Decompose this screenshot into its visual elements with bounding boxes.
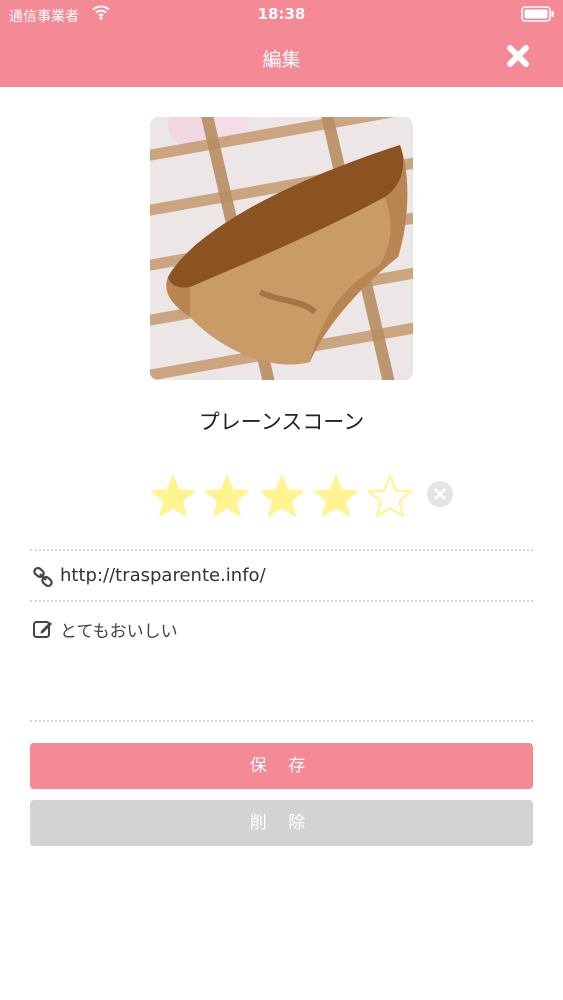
scone-photo-image bbox=[150, 117, 413, 380]
memo-field[interactable]: とてもおいしい bbox=[30, 614, 533, 714]
divider bbox=[30, 549, 533, 551]
save-button[interactable]: 保 存 bbox=[30, 743, 533, 789]
star-3-filled-icon[interactable] bbox=[256, 471, 308, 521]
battery-icon bbox=[521, 6, 554, 22]
url-field[interactable]: http://trasparente.info/ bbox=[30, 562, 533, 592]
divider bbox=[30, 600, 533, 602]
clear-rating-icon[interactable] bbox=[426, 480, 454, 508]
status-time: 18:38 bbox=[257, 5, 306, 23]
divider bbox=[30, 720, 533, 722]
item-name[interactable]: プレーンスコーン bbox=[0, 406, 563, 436]
edit-memo-icon bbox=[33, 621, 52, 638]
status-bar: 通信事業者 18:38 bbox=[0, 0, 563, 30]
star-1-filled-icon[interactable] bbox=[147, 471, 199, 521]
memo-text: とてもおいしい bbox=[60, 622, 178, 642]
delete-button[interactable]: 削 除 bbox=[30, 800, 533, 846]
star-5-empty-icon[interactable] bbox=[364, 471, 416, 521]
page-title: 編集 bbox=[262, 49, 301, 71]
link-icon bbox=[33, 566, 53, 588]
item-photo[interactable] bbox=[150, 117, 413, 380]
app-header: 通信事業者 18:38 編集 bbox=[0, 0, 563, 87]
close-icon[interactable] bbox=[500, 38, 536, 74]
url-text: http://trasparente.info/ bbox=[60, 565, 266, 586]
star-2-filled-icon[interactable] bbox=[201, 471, 253, 521]
star-4-filled-icon[interactable] bbox=[310, 471, 362, 521]
